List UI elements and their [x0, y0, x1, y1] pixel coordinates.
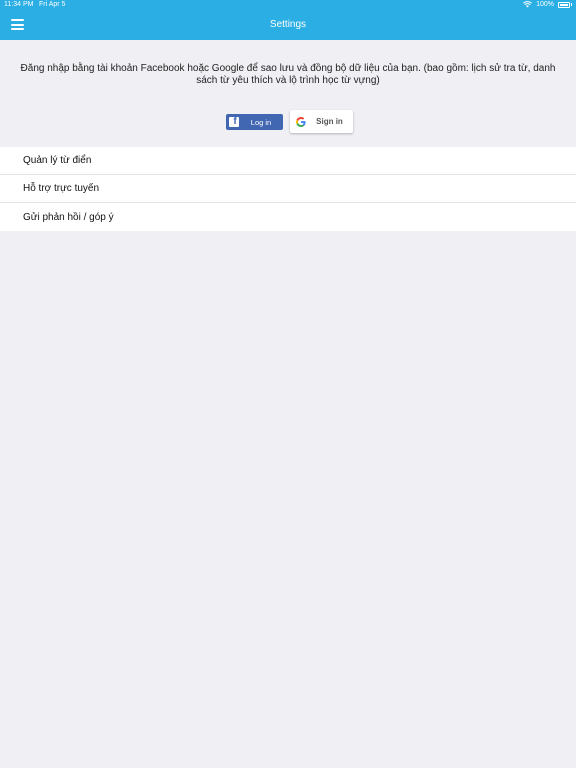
status-time: 11:34 PM: [4, 1, 34, 8]
facebook-login-label: Log in: [250, 117, 272, 127]
battery-icon: [558, 1, 570, 8]
battery-percentage: 100%: [536, 1, 554, 8]
settings-list: Quản lý từ điển Hỗ trợ trực tuyến Gửi ph…: [0, 147, 576, 231]
navigation-bar: 11:34 PM Fri Apr 5 100% Settings: [0, 0, 576, 40]
battery-cap: [571, 3, 572, 6]
facebook-icon: f: [229, 117, 239, 127]
list-item-label: Quản lý từ điển: [23, 155, 92, 166]
menu-item-send-feedback[interactable]: Gửi phản hồi / góp ý: [0, 203, 576, 231]
facebook-login-button[interactable]: f Log in: [226, 114, 283, 130]
list-item-label: Hỗ trợ trực tuyến: [23, 183, 100, 194]
status-date: Fri Apr 5: [39, 1, 66, 8]
google-icon: [296, 116, 306, 127]
login-description: Đăng nhập bằng tài khoản Facebook hoặc G…: [20, 63, 556, 86]
menu-item-online-support[interactable]: Hỗ trợ trực tuyến: [0, 175, 576, 203]
google-signin-label: Sign in: [316, 117, 343, 126]
wifi-icon: [523, 1, 533, 8]
page-title: Settings: [269, 19, 307, 30]
status-indicators: 100%: [523, 1, 572, 8]
list-item-label: Gửi phản hồi / góp ý: [23, 211, 114, 223]
google-signin-button[interactable]: Sign in: [290, 110, 353, 133]
menu-item-dictionary-management[interactable]: Quản lý từ điển: [0, 147, 576, 175]
